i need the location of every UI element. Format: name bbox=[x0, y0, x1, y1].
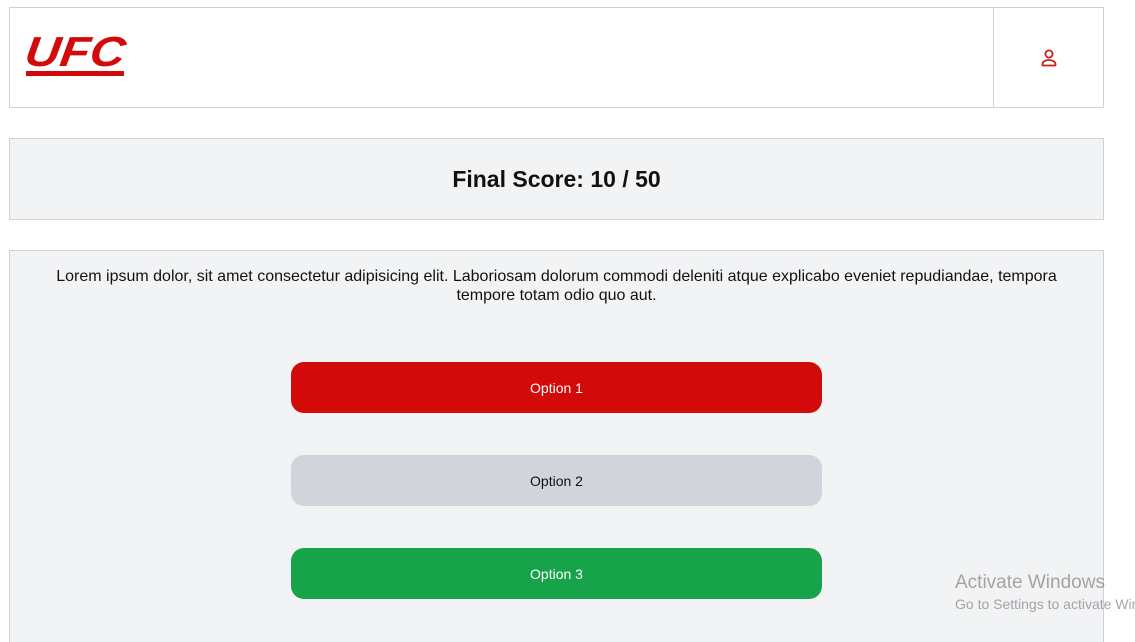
option-1-button[interactable]: Option 1 bbox=[291, 362, 822, 413]
user-profile-button[interactable] bbox=[993, 8, 1103, 107]
option-2-button[interactable]: Option 2 bbox=[291, 455, 822, 506]
option-3-button[interactable]: Option 3 bbox=[291, 548, 822, 599]
user-icon bbox=[1041, 49, 1056, 66]
question-panel: Lorem ipsum dolor, sit amet consectetur … bbox=[9, 250, 1104, 642]
top-navbar: UFC bbox=[9, 7, 1104, 108]
svg-text:UFC: UFC bbox=[26, 33, 129, 75]
watermark-title: Activate Windows bbox=[955, 572, 1105, 593]
watermark-subtitle: Go to Settings to activate Windows. bbox=[955, 596, 1135, 612]
final-score-panel: Final Score: 10 / 50 bbox=[9, 138, 1104, 220]
final-score-text: Final Score: 10 / 50 bbox=[452, 165, 661, 192]
question-text: Lorem ipsum dolor, sit amet consectetur … bbox=[56, 268, 1057, 304]
ufc-logo[interactable]: UFC bbox=[26, 33, 134, 83]
activate-windows-watermark: Activate Windows Go to Settings to activ… bbox=[955, 572, 1135, 614]
page: UFC Final Score: 10 / 50 Lorem ipsum dol… bbox=[0, 0, 1135, 642]
